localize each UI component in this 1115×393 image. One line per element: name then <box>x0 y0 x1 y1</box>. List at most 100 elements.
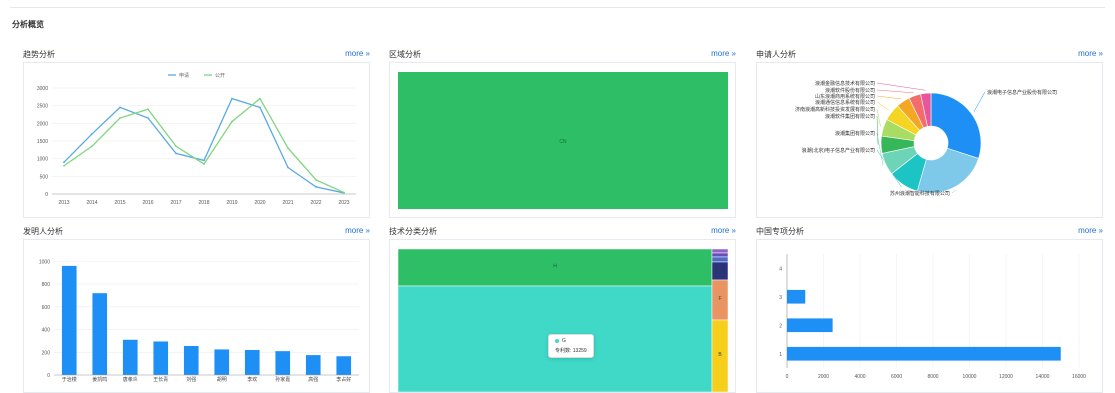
trend-point <box>147 108 149 111</box>
region-cell-label: CN <box>559 139 567 145</box>
inventor-xtick-label: 孙家嘉 <box>275 376 290 383</box>
china-xtick-label: 10000 <box>963 374 977 380</box>
tech-treemap-cell <box>711 256 729 263</box>
tooltip-color-dot <box>555 338 559 343</box>
trend-card: 0 500 1000 1500 2000 2500 3000 2013 2014 2015 2016… <box>23 62 370 218</box>
china-xtick-label: 2000 <box>818 374 829 380</box>
inventor-bar-chart: 0 200 400 600 800 1000 于治楼 姜凯鸣 唐孝炎 王长青 刘强 胡明 李欢 孙家嘉 高强… <box>39 259 359 383</box>
inventor-xtick-label: 李欢 <box>247 376 257 383</box>
applicant-pie-chart: 浪潮电子信息产业股份有限公司苏州浪潮智能科技有限公司 浪潮(北京)电子信息产业有限… <box>795 80 1057 197</box>
trend-point <box>315 178 317 181</box>
applicant-label-leader <box>951 189 957 194</box>
tech-treemap: HGEFB <box>397 248 729 393</box>
page-title: 分析概览 <box>12 20 44 29</box>
inventor-more-link[interactable]: more » <box>345 226 370 235</box>
inventor-ytick-label: 0 <box>47 373 50 379</box>
region-panel-title: 区域分析 <box>389 50 421 59</box>
applicant-label-leader <box>876 89 914 94</box>
tech-panel-title: 技术分类分析 <box>389 227 437 236</box>
applicant-label-leader <box>876 95 902 100</box>
region-treemap: CN <box>398 72 728 209</box>
applicant-slice-label: 山东浪潮商用系统有限公司 <box>815 93 875 100</box>
trend-ytick-label: 3000 <box>37 86 48 92</box>
trend-xtick-label: 2018 <box>198 200 209 206</box>
trend-xtick-label: 2023 <box>338 200 349 206</box>
tooltip-value: 13259 <box>572 348 587 354</box>
china-xtick-label: 12000 <box>999 374 1013 380</box>
trend-point <box>175 145 177 148</box>
trend-point <box>343 191 345 194</box>
inventor-xtick-label: 刘强 <box>186 376 196 383</box>
trend-xtick-label: 2021 <box>282 200 293 206</box>
china-xtick-label: 4000 <box>854 374 865 380</box>
inventor-bar <box>61 265 77 375</box>
applicant-card: 浪潮电子信息产业股份有限公司 苏州浪潮智能科技有限公司 浪潮(北京)电子信息产业有限… <box>756 62 1103 218</box>
china-card: 0 2000 4000 6000 8000 10000 12000 14000 16000 1 2 3… <box>756 239 1103 393</box>
china-hbar-chart: 0 2000 4000 6000 8000 10000 12000 14000 16000 1 2 3… <box>779 254 1086 380</box>
trend-point <box>287 147 289 149</box>
china-ytick-label: 2 <box>779 323 782 329</box>
trend-point <box>63 164 65 167</box>
china-ytick-label: 3 <box>779 295 782 301</box>
trend-xtick-label: 2014 <box>86 200 97 206</box>
trend-panel-title: 趋势分析 <box>23 50 55 59</box>
trend-point <box>259 97 261 100</box>
applicant-slice-label: 浪潮通信信息系统有限公司 <box>815 99 875 106</box>
trend-legend-label: 申请 <box>179 72 189 79</box>
inventor-xtick-label: 胡明 <box>217 376 227 383</box>
inventor-xtick-label: 李占好 <box>336 376 351 383</box>
inventor-bar <box>92 293 108 375</box>
trend-point <box>91 145 93 148</box>
inventor-bar <box>305 355 321 375</box>
applicant-slice-label: 济南浪潮高新科技投资发展有限公司 <box>795 106 875 113</box>
inventor-ytick-label: 200 <box>42 350 51 356</box>
trend-ytick-label: 500 <box>40 174 49 180</box>
tech-treemap-cell <box>711 252 729 258</box>
applicant-slice-label: 浪潮电子信息产业股份有限公司 <box>987 89 1057 96</box>
china-xtick-label: 16000 <box>1072 374 1086 380</box>
top-divider <box>10 7 1105 8</box>
trend-xtick-label: 2016 <box>142 200 153 206</box>
trend-point <box>63 161 65 164</box>
inventor-panel-title: 发明人分析 <box>23 227 63 236</box>
trend-legend-label: 公开 <box>215 73 225 79</box>
trend-point <box>119 117 121 119</box>
inventor-card: 0 200 400 600 800 1000 于治楼 姜凯鸣 唐孝炎 王长青 刘强 胡明 李欢 孙家嘉 高强… <box>23 239 370 393</box>
applicant-more-link[interactable]: more » <box>1078 49 1103 58</box>
tech-card: HGEFB G 专利数: 13259 <box>389 239 736 393</box>
china-ytick-label: 4 <box>779 266 782 272</box>
trend-xtick-label: 2022 <box>310 200 321 206</box>
trend-point <box>119 106 121 109</box>
applicant-slice-label: 浪潮软件股份有限公司 <box>825 87 875 94</box>
inventor-xtick-label: 姜凯鸣 <box>92 376 107 383</box>
china-bar <box>787 318 833 333</box>
inventor-ytick-label: 1000 <box>39 259 50 265</box>
trend-more-link[interactable]: more » <box>345 49 370 58</box>
tooltip-category: G <box>562 338 566 344</box>
china-more-link[interactable]: more » <box>1078 226 1103 235</box>
applicant-slice-label: 浪潮金融信息技术有限公司 <box>815 80 875 87</box>
trend-ytick-label: 1500 <box>37 139 48 145</box>
trend-point <box>91 133 93 135</box>
inventor-bar <box>214 349 230 375</box>
trend-point <box>203 163 205 165</box>
trend-xtick-label: 2020 <box>254 200 265 206</box>
inventor-bar <box>244 350 260 375</box>
tech-more-link[interactable]: more » <box>711 226 736 235</box>
china-xtick-label: 0 <box>786 374 789 380</box>
trend-xtick-label: 2013 <box>58 200 69 206</box>
region-more-link[interactable]: more » <box>711 49 736 58</box>
trend-ytick-label: 1000 <box>37 157 48 163</box>
inventor-xtick-label: 唐孝炎 <box>123 376 138 383</box>
trend-point <box>315 186 317 188</box>
applicant-panel-title: 申请人分析 <box>756 50 796 59</box>
trend-point <box>231 97 233 100</box>
trend-point <box>147 117 149 119</box>
inventor-bar <box>336 356 352 375</box>
applicant-slice-label: 浪潮(北京)电子信息产业有限公司 <box>802 147 875 154</box>
applicant-pie-slice <box>930 92 982 159</box>
tech-treemap-cell <box>711 248 729 254</box>
china-bar <box>787 346 1061 361</box>
trend-ytick-label: 2000 <box>37 121 48 127</box>
tech-cell-label: F <box>718 296 721 302</box>
